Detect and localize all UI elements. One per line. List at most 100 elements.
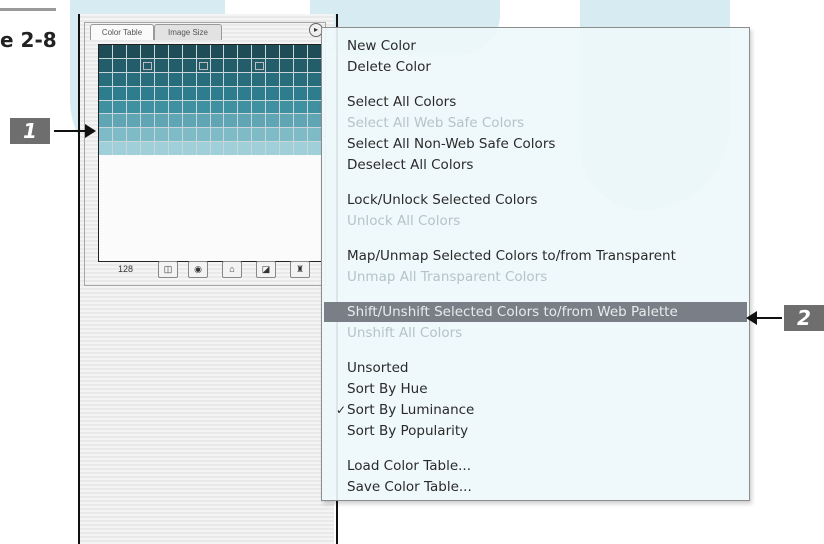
color-swatch[interactable]	[266, 58, 280, 72]
color-swatch[interactable]	[140, 58, 154, 72]
color-swatch[interactable]	[224, 128, 238, 142]
color-swatch[interactable]	[238, 100, 252, 114]
color-swatch[interactable]	[252, 114, 266, 128]
color-swatch[interactable]	[238, 86, 252, 100]
color-swatch[interactable]	[238, 72, 252, 86]
color-swatch[interactable]	[210, 142, 224, 155]
color-swatch[interactable]	[308, 128, 321, 142]
color-swatch[interactable]	[154, 100, 168, 114]
color-swatch[interactable]	[126, 86, 140, 100]
color-swatch[interactable]	[252, 58, 266, 72]
color-swatch[interactable]	[182, 128, 196, 142]
color-swatch[interactable]	[140, 128, 154, 142]
color-swatch[interactable]	[266, 114, 280, 128]
color-swatch[interactable]	[238, 114, 252, 128]
color-swatch[interactable]	[294, 128, 308, 142]
color-swatch[interactable]	[126, 114, 140, 128]
color-swatch[interactable]	[140, 100, 154, 114]
color-swatch[interactable]	[280, 86, 294, 100]
color-swatch[interactable]	[154, 86, 168, 100]
color-swatch[interactable]	[182, 86, 196, 100]
color-swatch[interactable]	[154, 128, 168, 142]
color-swatch[interactable]	[294, 86, 308, 100]
menu-item-delete-color[interactable]: Delete Color	[324, 57, 747, 77]
color-swatch[interactable]	[140, 86, 154, 100]
color-swatch[interactable]	[280, 72, 294, 86]
new-color-button[interactable]: ◪	[256, 261, 276, 278]
tab-color-table[interactable]: Color Table	[90, 24, 154, 40]
color-swatch[interactable]	[224, 114, 238, 128]
color-swatch[interactable]	[294, 142, 308, 155]
color-swatch[interactable]	[210, 128, 224, 142]
color-swatch[interactable]	[252, 45, 266, 58]
color-swatch[interactable]	[112, 100, 126, 114]
color-swatch[interactable]	[210, 86, 224, 100]
color-swatch[interactable]	[140, 72, 154, 86]
menu-item-map-unmap-selected-colors-to-from-transparent[interactable]: Map/Unmap Selected Colors to/from Transp…	[324, 246, 747, 266]
color-swatch[interactable]	[224, 86, 238, 100]
color-swatch[interactable]	[99, 114, 112, 128]
color-swatch[interactable]	[112, 72, 126, 86]
color-swatch[interactable]	[154, 58, 168, 72]
color-table-area[interactable]	[98, 44, 322, 262]
color-swatch[interactable]	[266, 100, 280, 114]
map-transparent-button[interactable]: ◉	[188, 261, 208, 278]
menu-item-save-color-table[interactable]: Save Color Table...	[324, 477, 747, 497]
color-swatch[interactable]	[196, 142, 210, 155]
color-swatch[interactable]	[126, 58, 140, 72]
color-swatch[interactable]	[308, 58, 321, 72]
color-swatch[interactable]	[252, 100, 266, 114]
color-swatch[interactable]	[238, 45, 252, 58]
color-swatch[interactable]	[252, 128, 266, 142]
menu-item-deselect-all-colors[interactable]: Deselect All Colors	[324, 155, 747, 175]
color-swatch[interactable]	[99, 86, 112, 100]
color-swatch[interactable]	[182, 114, 196, 128]
color-swatch[interactable]	[99, 100, 112, 114]
color-swatch[interactable]	[280, 128, 294, 142]
color-swatch[interactable]	[99, 45, 112, 58]
color-swatch[interactable]	[224, 100, 238, 114]
color-swatch[interactable]	[224, 142, 238, 155]
color-swatch[interactable]	[294, 72, 308, 86]
color-swatch[interactable]	[252, 142, 266, 155]
color-swatch[interactable]	[168, 58, 182, 72]
color-swatch[interactable]	[182, 45, 196, 58]
color-swatch[interactable]	[99, 142, 112, 155]
color-swatch[interactable]	[99, 58, 112, 72]
color-swatch[interactable]	[196, 45, 210, 58]
menu-item-select-all-colors[interactable]: Select All Colors	[324, 92, 747, 112]
color-swatch[interactable]	[126, 142, 140, 155]
color-swatch[interactable]	[112, 128, 126, 142]
color-swatch[interactable]	[238, 128, 252, 142]
color-swatch[interactable]	[238, 58, 252, 72]
color-swatch[interactable]	[154, 45, 168, 58]
color-swatch[interactable]	[196, 100, 210, 114]
color-swatch[interactable]	[154, 142, 168, 155]
menu-item-select-all-non-web-safe-colors[interactable]: Select All Non-Web Safe Colors	[324, 134, 747, 154]
color-swatch[interactable]	[182, 58, 196, 72]
color-swatch[interactable]	[196, 72, 210, 86]
color-swatch[interactable]	[238, 142, 252, 155]
color-swatch[interactable]	[308, 142, 321, 155]
color-swatch[interactable]	[168, 128, 182, 142]
color-swatch[interactable]	[266, 86, 280, 100]
menu-item-sort-by-hue[interactable]: Sort By Hue	[324, 379, 747, 399]
color-swatch[interactable]	[168, 142, 182, 155]
color-swatch[interactable]	[140, 142, 154, 155]
tab-image-size[interactable]: Image Size	[154, 24, 222, 40]
color-swatch[interactable]	[210, 72, 224, 86]
color-swatch[interactable]	[224, 72, 238, 86]
color-swatch[interactable]	[196, 86, 210, 100]
color-swatch[interactable]	[126, 45, 140, 58]
menu-item-lock-unlock-selected-colors[interactable]: Lock/Unlock Selected Colors	[324, 190, 747, 210]
menu-item-unsorted[interactable]: Unsorted	[324, 358, 747, 378]
color-swatch[interactable]	[210, 45, 224, 58]
menu-item-load-color-table[interactable]: Load Color Table...	[324, 456, 747, 476]
color-swatch[interactable]	[112, 86, 126, 100]
color-swatch[interactable]	[210, 114, 224, 128]
color-swatch[interactable]	[182, 72, 196, 86]
color-swatch[interactable]	[266, 128, 280, 142]
color-swatch[interactable]	[280, 58, 294, 72]
color-swatch[interactable]	[308, 100, 321, 114]
color-swatch[interactable]	[294, 114, 308, 128]
